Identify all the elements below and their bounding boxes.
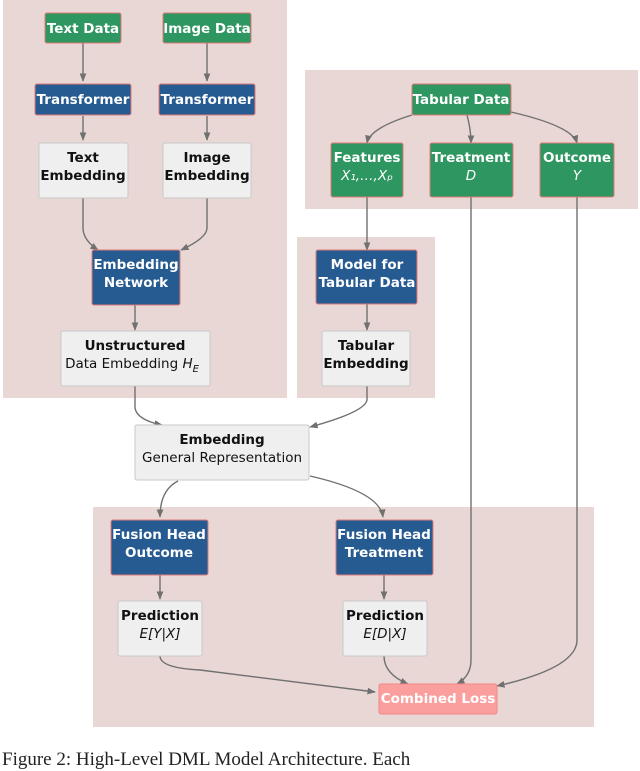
node-fusion-head-outcome: Fusion Head Outcome [110, 519, 209, 576]
features-symbols: X₁,…,Xₚ [340, 168, 393, 184]
fusion-treatment-line1: Fusion Head [337, 527, 431, 543]
image-embedding-line1: Image [183, 150, 230, 166]
treatment-symbol: D [466, 168, 476, 184]
general-embedding-line2: General Representation [142, 450, 302, 466]
unstructured-embedding-line1: Unstructured [85, 338, 186, 354]
node-image-transformer: Transformer [158, 83, 256, 116]
figure-caption: Figure 2: High-Level DML Model Architect… [2, 749, 411, 770]
node-features: Features X₁,…,Xₚ [330, 142, 404, 198]
embedding-network-line2: Network [104, 275, 169, 291]
architecture-diagram: Text Data Image Data Transformer Transfo… [3, 0, 638, 727]
node-image-data: Image Data [162, 12, 252, 44]
outcome-line1: Outcome [543, 150, 611, 166]
node-tabular-model: Model for Tabular Data [315, 249, 418, 305]
prediction-outcome-formula: E[Y|X] [139, 626, 180, 642]
node-tabular-embedding: Tabular Embedding [321, 330, 411, 387]
combined-loss-label: Combined Loss [381, 691, 496, 707]
node-prediction-treatment: Prediction E[D|X] [342, 600, 428, 657]
node-embedding-network: Embedding Network [91, 249, 181, 306]
unstructured-embedding-symbol: H [182, 356, 192, 372]
treatment-line1: Treatment [432, 150, 511, 166]
node-combined-loss: Combined Loss [378, 683, 498, 715]
tabular-data-label: Tabular Data [413, 92, 510, 108]
prediction-outcome-line1: Prediction [121, 608, 199, 624]
image-data-label: Image Data [163, 21, 251, 37]
embedding-network-line1: Embedding [93, 257, 178, 273]
node-prediction-outcome: Prediction E[Y|X] [117, 600, 203, 657]
text-data-label: Text Data [47, 21, 119, 37]
node-text-data: Text Data [44, 12, 122, 44]
node-unstructured-embedding: Unstructured Data Embedding HE [60, 330, 211, 387]
node-text-transformer: Transformer [34, 83, 132, 116]
node-fusion-head-treatment: Fusion Head Treatment [335, 519, 434, 576]
unstructured-embedding-subscript: E [193, 364, 200, 375]
node-general-embedding: Embedding General Representation [134, 424, 310, 481]
fusion-outcome-line1: Fusion Head [112, 527, 206, 543]
tabular-model-line2: Tabular Data [319, 275, 416, 291]
tabular-embedding-line1: Tabular [338, 338, 395, 354]
tabular-model-line1: Model for [331, 257, 404, 273]
unstructured-embedding-text: Data Embedding [65, 356, 182, 372]
features-line1: Features [334, 150, 401, 166]
text-embedding-line1: Text [67, 150, 99, 166]
general-embedding-line1: Embedding [179, 432, 264, 448]
tabular-embedding-line2: Embedding [323, 356, 408, 372]
node-tabular-data: Tabular Data [411, 83, 512, 116]
node-treatment: Treatment D [429, 142, 514, 198]
prediction-treatment-formula: E[D|X] [363, 626, 406, 642]
image-embedding-line2: Embedding [164, 168, 249, 184]
node-text-embedding: Text Embedding [38, 142, 129, 199]
fusion-outcome-line2: Outcome [125, 545, 193, 561]
image-transformer-label: Transformer [161, 92, 254, 108]
text-embedding-line2: Embedding [40, 168, 125, 184]
prediction-treatment-line1: Prediction [346, 608, 424, 624]
text-transformer-label: Transformer [37, 92, 130, 108]
node-image-embedding: Image Embedding [162, 142, 252, 199]
node-outcome: Outcome Y [539, 142, 615, 198]
fusion-treatment-line2: Treatment [345, 545, 424, 561]
